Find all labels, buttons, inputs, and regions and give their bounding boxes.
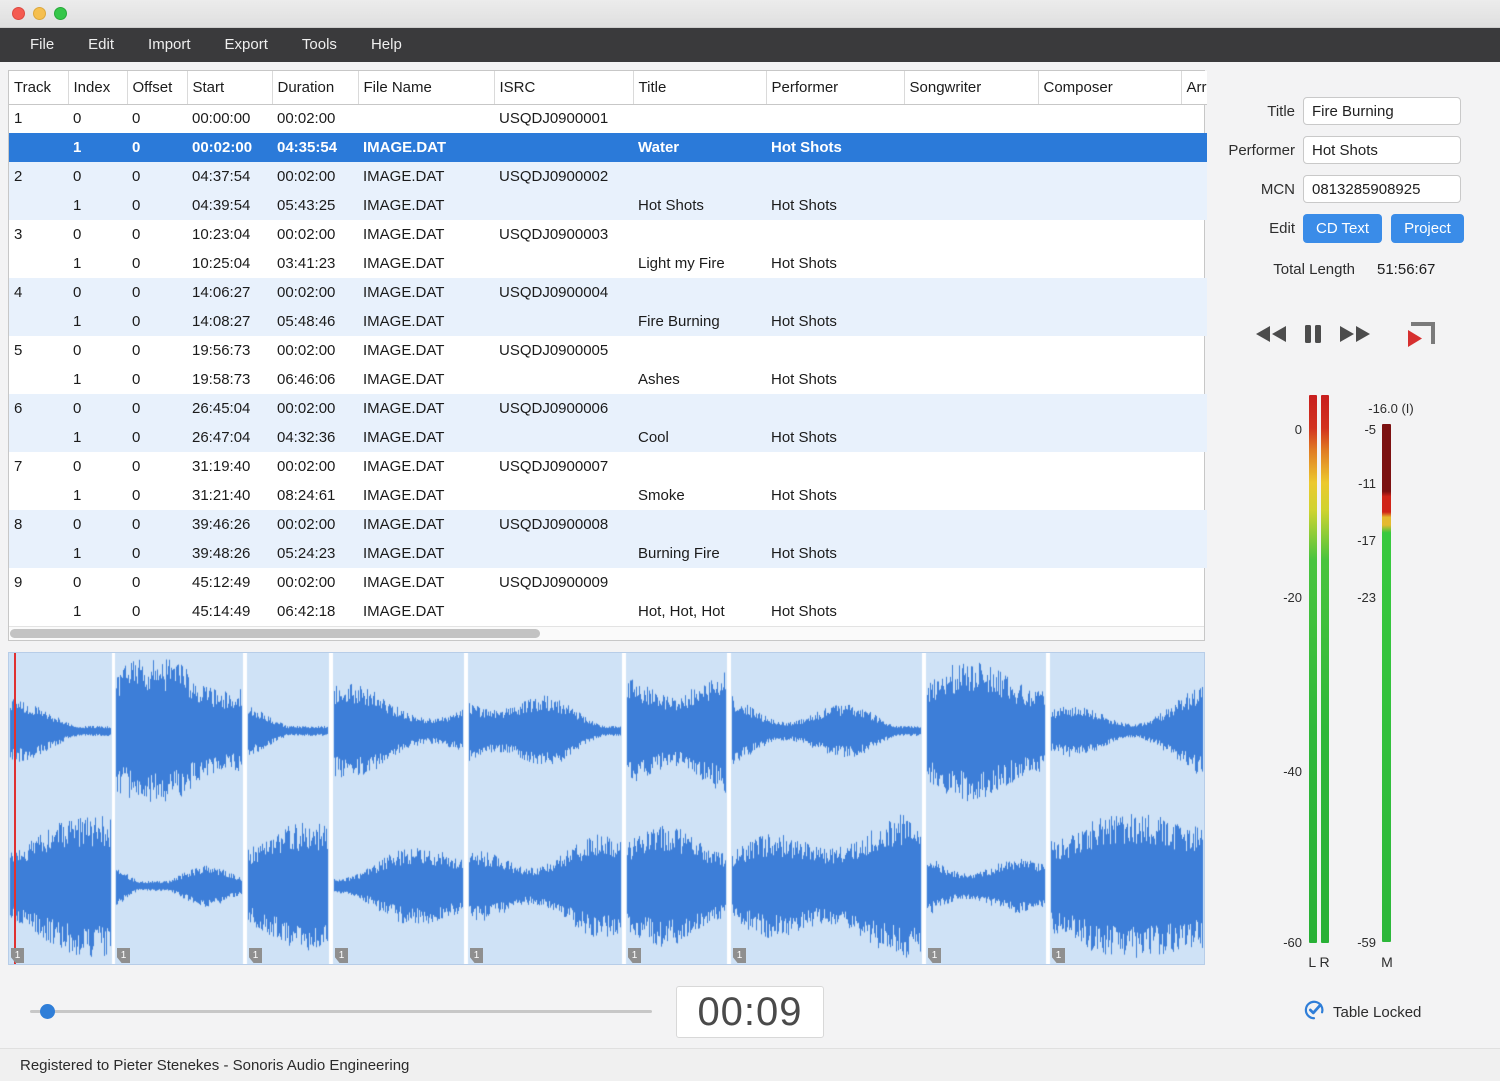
waveform-canvas[interactable] xyxy=(9,653,1204,964)
cd-text-button[interactable]: CD Text xyxy=(1303,214,1382,243)
pause-icon xyxy=(1303,323,1323,348)
menu-export[interactable]: Export xyxy=(208,28,285,62)
column-header-start[interactable]: Start xyxy=(187,71,272,104)
zoom-window-button[interactable] xyxy=(54,7,67,20)
meter-caption-m: M xyxy=(1378,954,1396,970)
menu-import[interactable]: Import xyxy=(131,28,208,62)
title-label: Title xyxy=(1195,103,1295,120)
table-row[interactable]: 1031:21:4008:24:61IMAGE.DATSmokeHot Shot… xyxy=(9,481,1207,510)
performer-field-row: Performer xyxy=(1195,135,1495,165)
table-row[interactable]: 60026:45:0400:02:00IMAGE.DATUSQDJ0900006 xyxy=(9,394,1207,423)
seek-slider-thumb[interactable] xyxy=(40,1004,55,1019)
total-length-value: 51:56:67 xyxy=(1377,261,1435,278)
minimize-window-button[interactable] xyxy=(33,7,46,20)
m-scale-label: -17 xyxy=(1334,533,1376,549)
lr-scale-label: -60 xyxy=(1250,935,1302,951)
table-row[interactable]: 50019:56:7300:02:00IMAGE.DATUSQDJ0900005 xyxy=(9,336,1207,365)
status-bar: Registered to Pieter Stenekes - Sonoris … xyxy=(0,1048,1500,1081)
column-header-performer[interactable]: Performer xyxy=(766,71,904,104)
horizontal-scrollbar-thumb[interactable] xyxy=(10,629,540,638)
menu-edit[interactable]: Edit xyxy=(71,28,131,62)
table-row[interactable]: 40014:06:2700:02:00IMAGE.DATUSQDJ0900004 xyxy=(9,278,1207,307)
level-meters: -16.0 (I) L R M 0 -20 -40 -60 -5 -11 -17 -23 -59 xyxy=(1250,388,1480,988)
table-row[interactable]: 90045:12:4900:02:00IMAGE.DATUSQDJ0900009 xyxy=(9,568,1207,597)
title-field-row: Title xyxy=(1195,96,1495,126)
pause-button[interactable] xyxy=(1292,316,1334,354)
column-header-title[interactable]: Title xyxy=(633,71,766,104)
table-row[interactable]: 20004:37:5400:02:00IMAGE.DATUSQDJ0900002 xyxy=(9,162,1207,191)
table-row[interactable]: 30010:23:0400:02:00IMAGE.DATUSQDJ0900003 xyxy=(9,220,1207,249)
meter-left xyxy=(1309,395,1317,943)
column-header-songwriter[interactable]: Songwriter xyxy=(904,71,1038,104)
table-row[interactable]: 70031:19:4000:02:00IMAGE.DATUSQDJ0900007 xyxy=(9,452,1207,481)
close-window-button[interactable] xyxy=(12,7,25,20)
meter-loudness xyxy=(1382,424,1391,942)
table-row[interactable]: 1014:08:2705:48:46IMAGE.DATFire BurningH… xyxy=(9,307,1207,336)
rewind-button[interactable] xyxy=(1250,316,1292,354)
column-header-track[interactable]: Track xyxy=(9,71,68,104)
table-locked-check-icon xyxy=(1303,999,1325,1026)
mcn-label: MCN xyxy=(1195,181,1295,198)
project-button[interactable]: Project xyxy=(1391,214,1464,243)
menu-tools[interactable]: Tools xyxy=(285,28,354,62)
play-to-marker-button[interactable] xyxy=(1400,316,1442,354)
performer-label: Performer xyxy=(1195,142,1295,159)
rewind-icon xyxy=(1255,325,1287,346)
lr-scale-label: -20 xyxy=(1250,590,1302,606)
column-header-file-name[interactable]: File Name xyxy=(358,71,494,104)
table-row[interactable]: 1039:48:2605:24:23IMAGE.DATBurning FireH… xyxy=(9,539,1207,568)
total-length-label: Total Length xyxy=(1195,261,1355,278)
column-header-duration[interactable]: Duration xyxy=(272,71,358,104)
m-scale-label: -23 xyxy=(1334,590,1376,606)
table-header-row: TrackIndexOffsetStartDurationFile NameIS… xyxy=(9,71,1207,104)
titlebar xyxy=(0,0,1500,28)
table-row[interactable]: 1000:02:0004:35:54IMAGE.DATWaterHot Shot… xyxy=(9,133,1207,162)
track-table: TrackIndexOffsetStartDurationFile NameIS… xyxy=(8,70,1205,641)
table-row[interactable]: 1010:25:0403:41:23IMAGE.DATLight my Fire… xyxy=(9,249,1207,278)
meter-caption-lr: L R xyxy=(1302,954,1336,970)
m-scale-label: -59 xyxy=(1334,935,1376,951)
column-header-composer[interactable]: Composer xyxy=(1038,71,1181,104)
loudness-readout: -16.0 (I) xyxy=(1346,401,1436,416)
playhead xyxy=(14,653,16,964)
table-row[interactable]: 1045:14:4906:42:18IMAGE.DATHot, Hot, Hot… xyxy=(9,597,1207,626)
m-scale-label: -5 xyxy=(1334,422,1376,438)
table-row[interactable]: 1019:58:7306:46:06IMAGE.DATAshesHot Shot… xyxy=(9,365,1207,394)
performer-input[interactable] xyxy=(1303,136,1461,164)
waveform-display[interactable]: 111111111 xyxy=(8,652,1205,965)
lr-scale-label: -40 xyxy=(1250,764,1302,780)
lr-scale-label: 0 xyxy=(1250,422,1302,438)
horizontal-scrollbar[interactable] xyxy=(9,626,1204,640)
edit-label: Edit xyxy=(1195,220,1295,237)
meter-right xyxy=(1321,395,1329,943)
play-to-marker-icon xyxy=(1402,319,1440,352)
table-locked-toggle[interactable]: Table Locked xyxy=(1303,999,1421,1025)
table-row[interactable]: 10000:00:0000:02:00USQDJ0900001 xyxy=(9,104,1207,133)
table-row[interactable]: 80039:46:2600:02:00IMAGE.DATUSQDJ0900008 xyxy=(9,510,1207,539)
menu-help[interactable]: Help xyxy=(354,28,419,62)
table-locked-label: Table Locked xyxy=(1333,1004,1421,1021)
registration-text: Registered to Pieter Stenekes - Sonoris … xyxy=(20,1057,409,1074)
mcn-input[interactable] xyxy=(1303,175,1461,203)
column-header-isrc[interactable]: ISRC xyxy=(494,71,633,104)
transport-controls xyxy=(1250,313,1480,357)
table-row[interactable]: 1026:47:0404:32:36IMAGE.DATCoolHot Shots xyxy=(9,423,1207,452)
title-input[interactable] xyxy=(1303,97,1461,125)
menu-file[interactable]: File xyxy=(13,28,71,62)
m-scale-label: -11 xyxy=(1334,476,1376,492)
table-row[interactable]: 1004:39:5405:43:25IMAGE.DATHot ShotsHot … xyxy=(9,191,1207,220)
time-display: 00:09 xyxy=(676,986,824,1038)
column-header-offset[interactable]: Offset xyxy=(127,71,187,104)
fast-forward-button[interactable] xyxy=(1334,316,1376,354)
total-length-row: Total Length 51:56:67 xyxy=(1195,254,1495,284)
edit-row: Edit CD Text Project xyxy=(1195,213,1495,243)
seek-slider-track[interactable] xyxy=(30,1010,652,1013)
fast-forward-icon xyxy=(1339,325,1371,346)
column-header-index[interactable]: Index xyxy=(68,71,127,104)
mcn-field-row: MCN xyxy=(1195,174,1495,204)
menu-bar: FileEditImportExportToolsHelp xyxy=(0,28,1500,62)
